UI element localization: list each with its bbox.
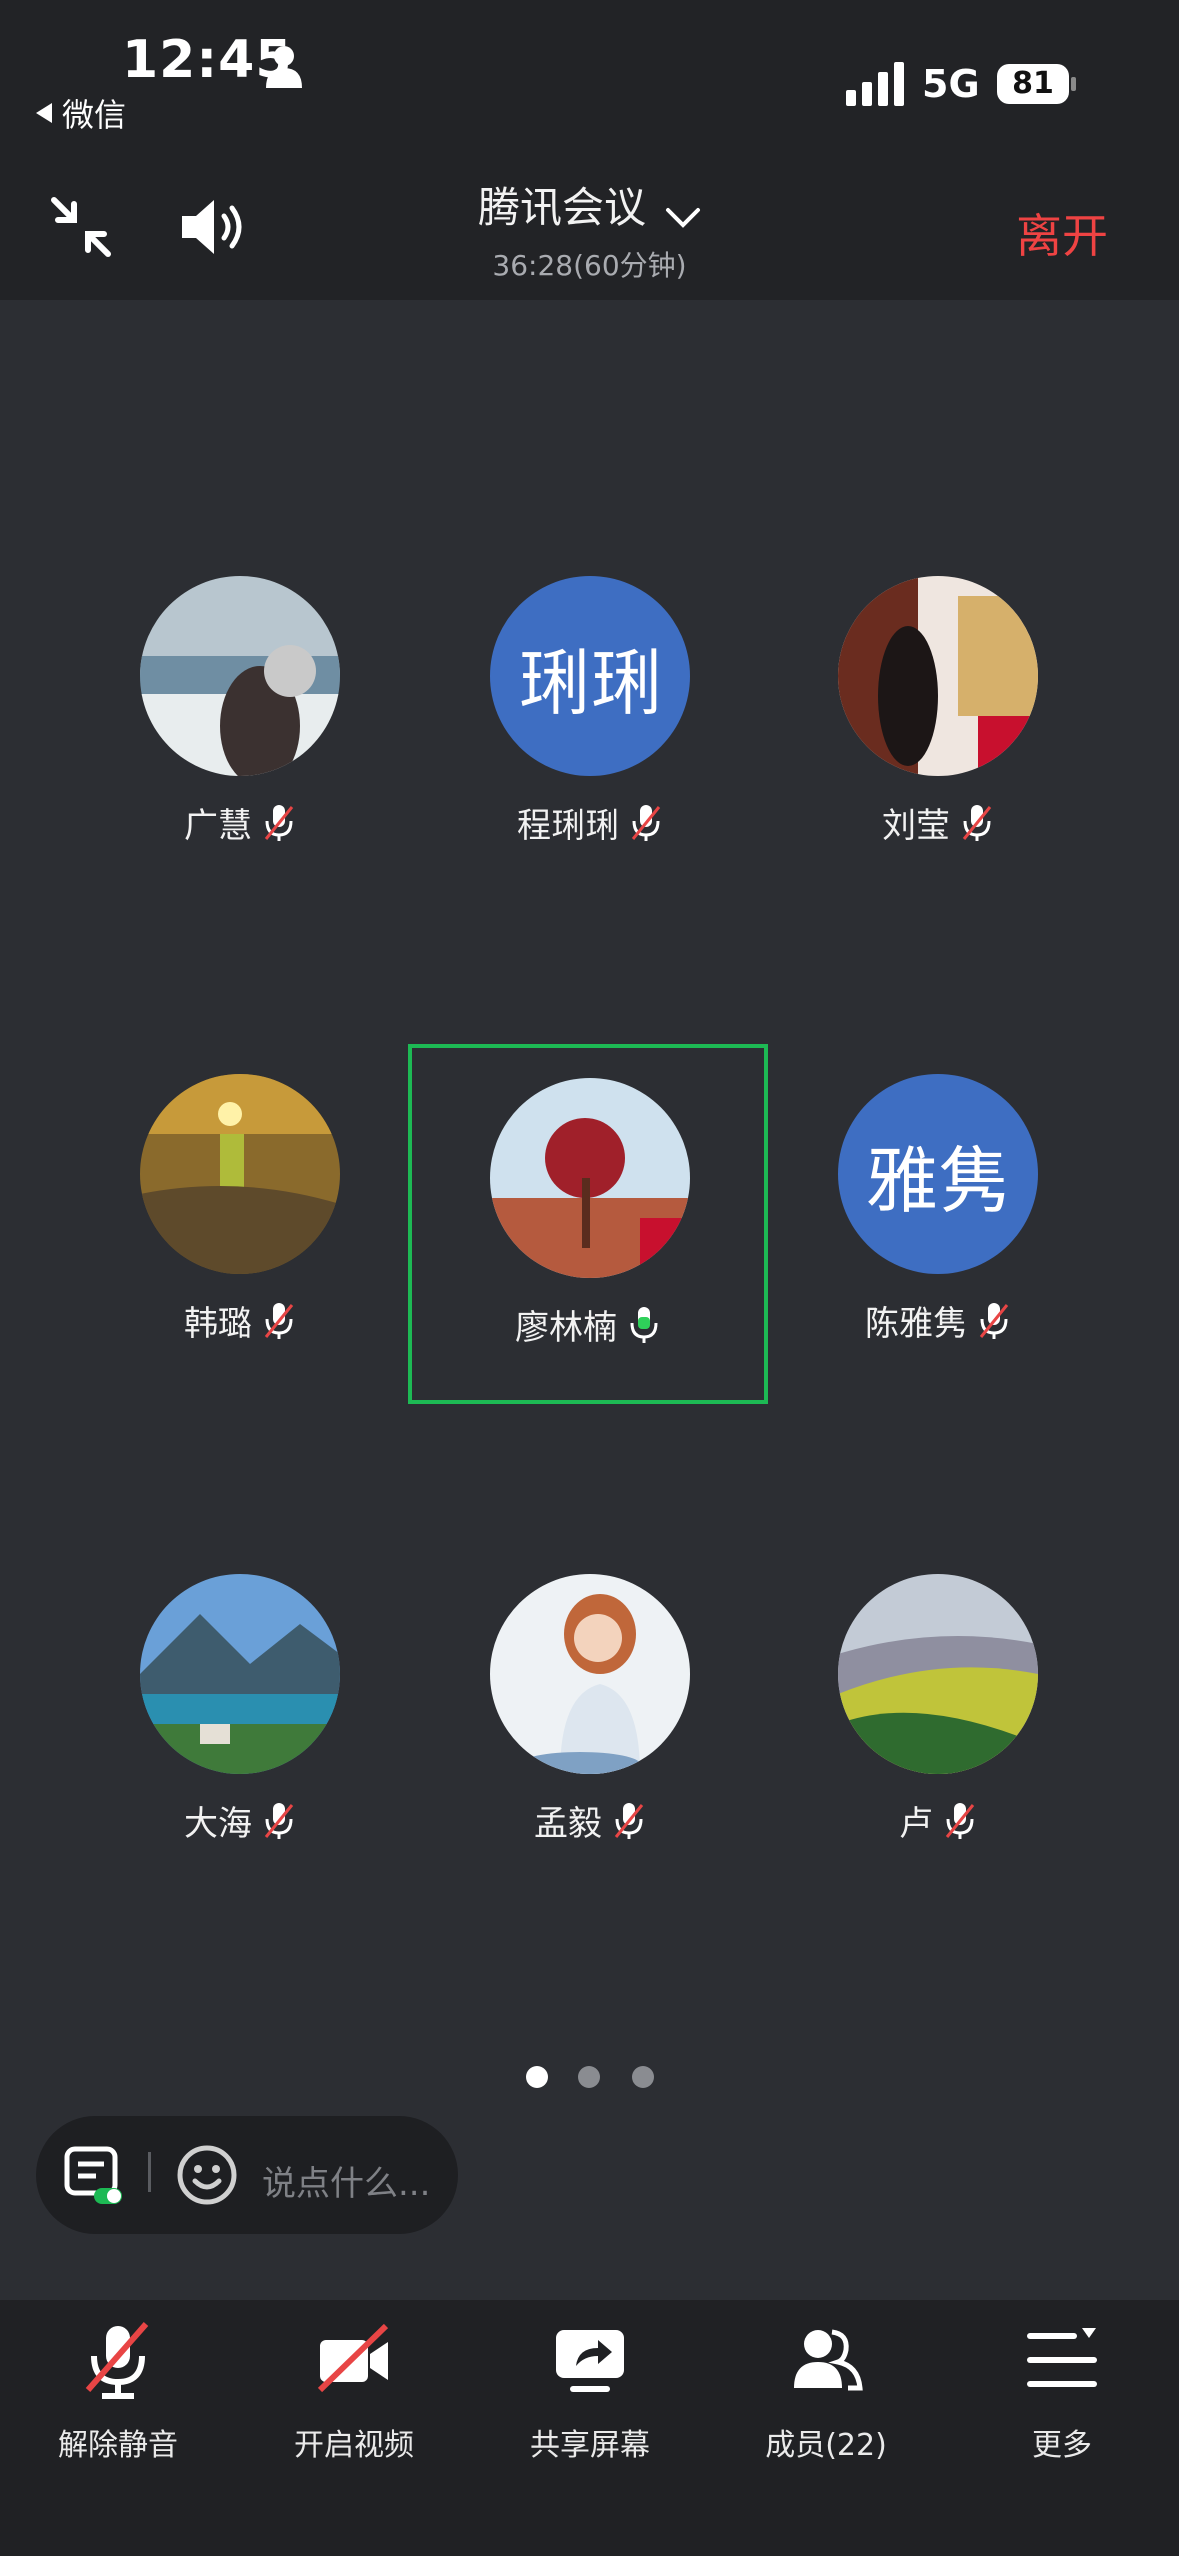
members-icon (794, 2329, 863, 2391)
more-button[interactable]: 更多 (944, 2320, 1179, 2470)
participant-tile-active[interactable]: 廖林楠 (408, 1044, 768, 1404)
participant-name: 刘莹 (882, 806, 950, 846)
chat-separator (148, 2152, 151, 2192)
mic-muted-icon (264, 804, 294, 841)
participant-tile[interactable]: 孟毅 (410, 1554, 770, 1914)
avatar (490, 1574, 690, 1774)
mic-muted-icon (631, 804, 661, 841)
leave-button[interactable]: 离开 (1016, 200, 1108, 266)
chat-list-icon[interactable] (64, 2146, 124, 2206)
avatar (490, 1078, 690, 1278)
participant-name: 广慧 (184, 806, 252, 846)
video-off-icon (317, 2323, 389, 2393)
page-dot[interactable] (632, 2066, 654, 2088)
unmute-label: 解除静音 (58, 2428, 178, 2463)
unmute-button[interactable]: 解除静音 (0, 2320, 236, 2470)
participant-tile[interactable]: 广慧 (60, 556, 420, 916)
back-triangle-icon (36, 103, 52, 123)
participant-tile[interactable]: 大海 (60, 1554, 420, 1914)
page-dot-active[interactable] (526, 2066, 548, 2088)
participant-name: 陈雅隽 (865, 1304, 967, 1344)
meeting-title-wrap[interactable]: 腾讯会议 (0, 174, 1179, 235)
start-video-label: 开启视频 (294, 2428, 414, 2463)
participant-name: 廖林楠 (515, 1308, 617, 1348)
emoji-icon[interactable] (176, 2144, 238, 2206)
meeting-timer: 36:28(60分钟) (492, 249, 687, 282)
back-app-label: 微信 (62, 96, 127, 134)
mic-active-icon (630, 1306, 658, 1343)
person-icon (266, 46, 302, 88)
mic-off-icon (85, 2322, 149, 2399)
mic-muted-icon (945, 1802, 975, 1839)
participant-name: 孟毅 (534, 1804, 602, 1844)
avatar: 琍琍 (490, 576, 690, 776)
share-screen-label: 共享屏幕 (530, 2428, 650, 2463)
avatar (838, 576, 1038, 776)
participant-name: 卢 (899, 1804, 933, 1844)
participant-name: 大海 (184, 1804, 252, 1844)
share-screen-button[interactable]: 共享屏幕 (472, 2320, 708, 2470)
mic-muted-icon (614, 1802, 644, 1839)
battery-level: 81 (1012, 66, 1054, 101)
participant-tile[interactable]: 雅隽 陈雅隽 (758, 1054, 1118, 1414)
chevron-down-icon[interactable] (665, 207, 701, 229)
participant-tile[interactable]: 韩璐 (60, 1054, 420, 1414)
participant-name: 韩璐 (184, 1304, 252, 1344)
avatar (838, 1574, 1038, 1774)
participant-tile[interactable]: 卢 (758, 1554, 1118, 1914)
more-label: 更多 (1032, 2428, 1092, 2463)
network-type: 5G (922, 62, 980, 106)
start-video-button[interactable]: 开启视频 (236, 2320, 472, 2470)
mic-muted-icon (979, 1302, 1009, 1339)
page-dot[interactable] (578, 2066, 600, 2088)
chat-placeholder[interactable]: 说点什么... (262, 2156, 430, 2205)
participant-tile[interactable]: 琍琍 程琍琍 (410, 556, 770, 916)
avatar (140, 576, 340, 776)
participant-tile[interactable]: 刘莹 (758, 556, 1118, 916)
members-label: 成员(22) (765, 2428, 887, 2463)
avatar (140, 1074, 340, 1274)
back-to-wechat[interactable]: 微信 (36, 90, 126, 136)
mic-muted-icon (264, 1802, 294, 1839)
share-screen-icon (556, 2330, 624, 2392)
more-menu-icon (1027, 2328, 1097, 2387)
mic-muted-icon (962, 804, 992, 841)
avatar: 雅隽 (838, 1074, 1038, 1274)
mic-muted-icon (264, 1302, 294, 1339)
members-button[interactable]: 成员(22) (708, 2320, 944, 2470)
signal-icon (846, 62, 904, 106)
participant-name: 程琍琍 (517, 806, 619, 846)
avatar (140, 1574, 340, 1774)
meeting-title[interactable]: 腾讯会议 (478, 183, 646, 232)
